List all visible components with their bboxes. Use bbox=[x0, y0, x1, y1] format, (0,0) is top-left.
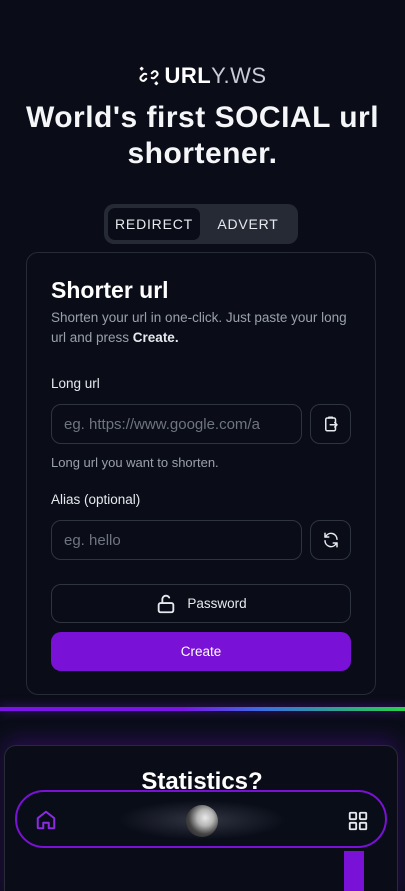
paste-button[interactable] bbox=[310, 404, 351, 444]
form-title: Shorter url bbox=[51, 277, 169, 303]
grid-icon[interactable] bbox=[347, 810, 369, 832]
brand-name: URLY.WS bbox=[164, 63, 267, 88]
random-alias-button[interactable] bbox=[310, 520, 351, 560]
bottom-nav bbox=[15, 790, 387, 848]
page-headline: World's first SOCIAL url shortener. bbox=[25, 101, 380, 170]
form-description: Shorten your url in one-click. Just past… bbox=[51, 310, 347, 345]
statistics-bar bbox=[344, 851, 364, 891]
password-button[interactable]: Password bbox=[51, 584, 351, 623]
refresh-icon bbox=[323, 532, 338, 548]
avatar[interactable] bbox=[186, 805, 218, 837]
brand-logo[interactable]: URLY.WS bbox=[0, 63, 405, 89]
broken-link-icon bbox=[139, 66, 159, 86]
password-label: Password bbox=[187, 596, 247, 611]
alias-input[interactable] bbox=[51, 520, 302, 560]
tab-advert[interactable]: ADVERT bbox=[202, 208, 294, 240]
gradient-divider bbox=[0, 707, 405, 711]
shorten-form-card: Shorter url Shorten your url in one-clic… bbox=[26, 252, 376, 695]
unlock-icon bbox=[158, 594, 175, 613]
long-url-input[interactable] bbox=[51, 404, 302, 444]
home-icon[interactable] bbox=[35, 809, 57, 831]
alias-label: Alias (optional) bbox=[51, 492, 141, 507]
mode-switch: REDIRECT ADVERT bbox=[104, 204, 298, 244]
create-button[interactable]: Create bbox=[51, 632, 351, 671]
long-url-hint: Long url you want to shorten. bbox=[51, 455, 219, 470]
long-url-label: Long url bbox=[51, 376, 100, 391]
clipboard-paste-icon bbox=[324, 416, 338, 432]
tab-redirect[interactable]: REDIRECT bbox=[108, 208, 200, 240]
